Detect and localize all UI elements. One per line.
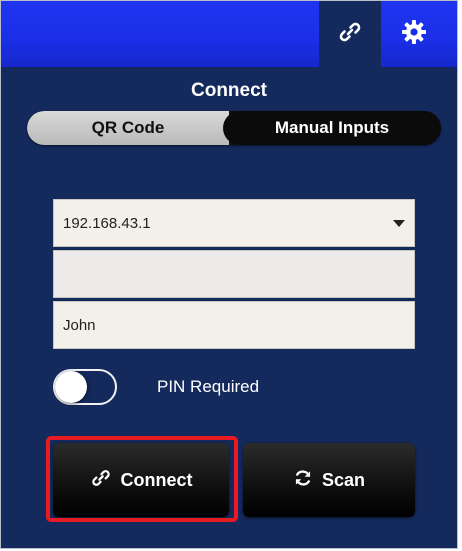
top-toolbar bbox=[1, 1, 457, 67]
ip-address-value: 192.168.43.1 bbox=[63, 214, 151, 232]
connection-tab-button[interactable] bbox=[319, 1, 381, 67]
scan-button[interactable]: Scan bbox=[243, 443, 415, 517]
tab-manual-inputs[interactable]: Manual Inputs bbox=[223, 111, 441, 145]
link-icon bbox=[337, 19, 363, 50]
connect-button-label: Connect bbox=[120, 469, 193, 490]
connect-button[interactable]: Connect bbox=[53, 443, 229, 517]
pin-required-toggle[interactable] bbox=[53, 369, 117, 405]
settings-button[interactable] bbox=[383, 1, 445, 67]
panel-title: Connect bbox=[191, 80, 267, 101]
name-field[interactable]: John bbox=[53, 301, 415, 349]
gear-icon bbox=[400, 18, 428, 51]
ip-address-dropdown[interactable]: 192.168.43.1 bbox=[53, 199, 415, 247]
refresh-icon bbox=[293, 468, 313, 493]
pin-required-label: PIN Required bbox=[157, 377, 260, 396]
second-input-field[interactable] bbox=[53, 250, 415, 298]
dropdown-caret-icon bbox=[393, 220, 405, 227]
toggle-knob bbox=[55, 371, 87, 403]
tab-qr-code[interactable]: QR Code bbox=[27, 111, 229, 145]
link-icon bbox=[90, 467, 112, 494]
scan-button-label: Scan bbox=[321, 469, 366, 490]
app-window: Connect QR Code Manual Inputs 192.168.43… bbox=[0, 0, 458, 549]
mode-segmented-control: QR Code Manual Inputs bbox=[27, 111, 441, 145]
